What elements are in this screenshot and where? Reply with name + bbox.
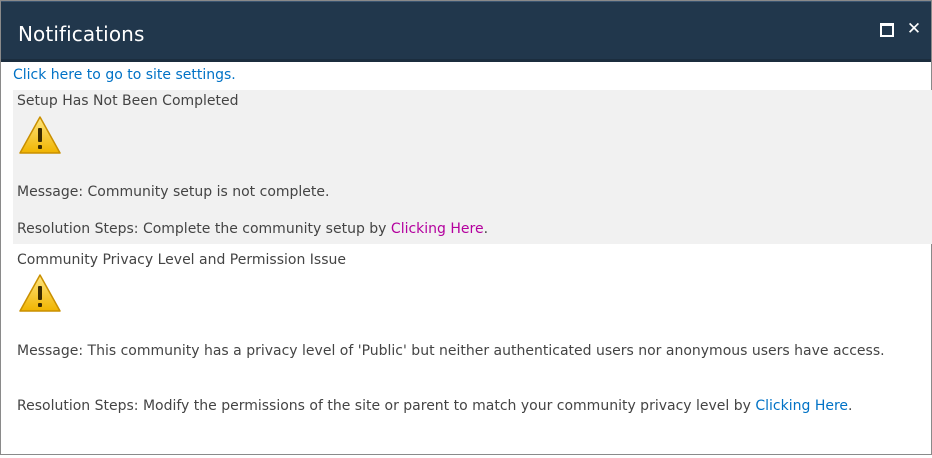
- maximize-icon: [880, 23, 894, 37]
- warning-icon: [19, 274, 61, 312]
- close-button[interactable]: ✕: [906, 19, 922, 39]
- site-settings-link[interactable]: Click here to go to site settings.: [13, 67, 236, 83]
- resolution-text: Resolution Steps: Modify the permissions…: [17, 398, 756, 414]
- resolution-text: Resolution Steps: Complete the community…: [17, 221, 391, 237]
- notification-item-setup: Setup Has Not Been Completed Message: Co…: [13, 90, 932, 244]
- notifications-dialog: Notifications ✕ Click here to go to site…: [0, 0, 932, 455]
- maximize-button[interactable]: [879, 21, 895, 37]
- clicking-here-link[interactable]: Clicking Here: [755, 398, 848, 414]
- resolution-suffix: .: [483, 221, 489, 237]
- notification-heading: Community Privacy Level and Permission I…: [17, 252, 346, 268]
- warning-icon: [19, 116, 61, 154]
- dialog-content: Click here to go to site settings. Setup…: [1, 63, 932, 454]
- notification-resolution: Resolution Steps: Complete the community…: [17, 221, 488, 237]
- resolution-suffix: .: [848, 398, 853, 414]
- notification-item-privacy: Community Privacy Level and Permission I…: [13, 244, 932, 458]
- notification-heading: Setup Has Not Been Completed: [17, 93, 239, 109]
- notification-resolution: Resolution Steps: Modify the permissions…: [17, 397, 932, 415]
- dialog-title: Notifications: [18, 22, 145, 46]
- notification-message: Message: Community setup is not complete…: [17, 184, 330, 200]
- clicking-here-link[interactable]: Clicking Here: [391, 221, 484, 237]
- notification-message: Message: This community has a privacy le…: [17, 343, 885, 359]
- close-icon: ✕: [906, 19, 922, 39]
- dialog-titlebar: Notifications ✕: [1, 1, 931, 62]
